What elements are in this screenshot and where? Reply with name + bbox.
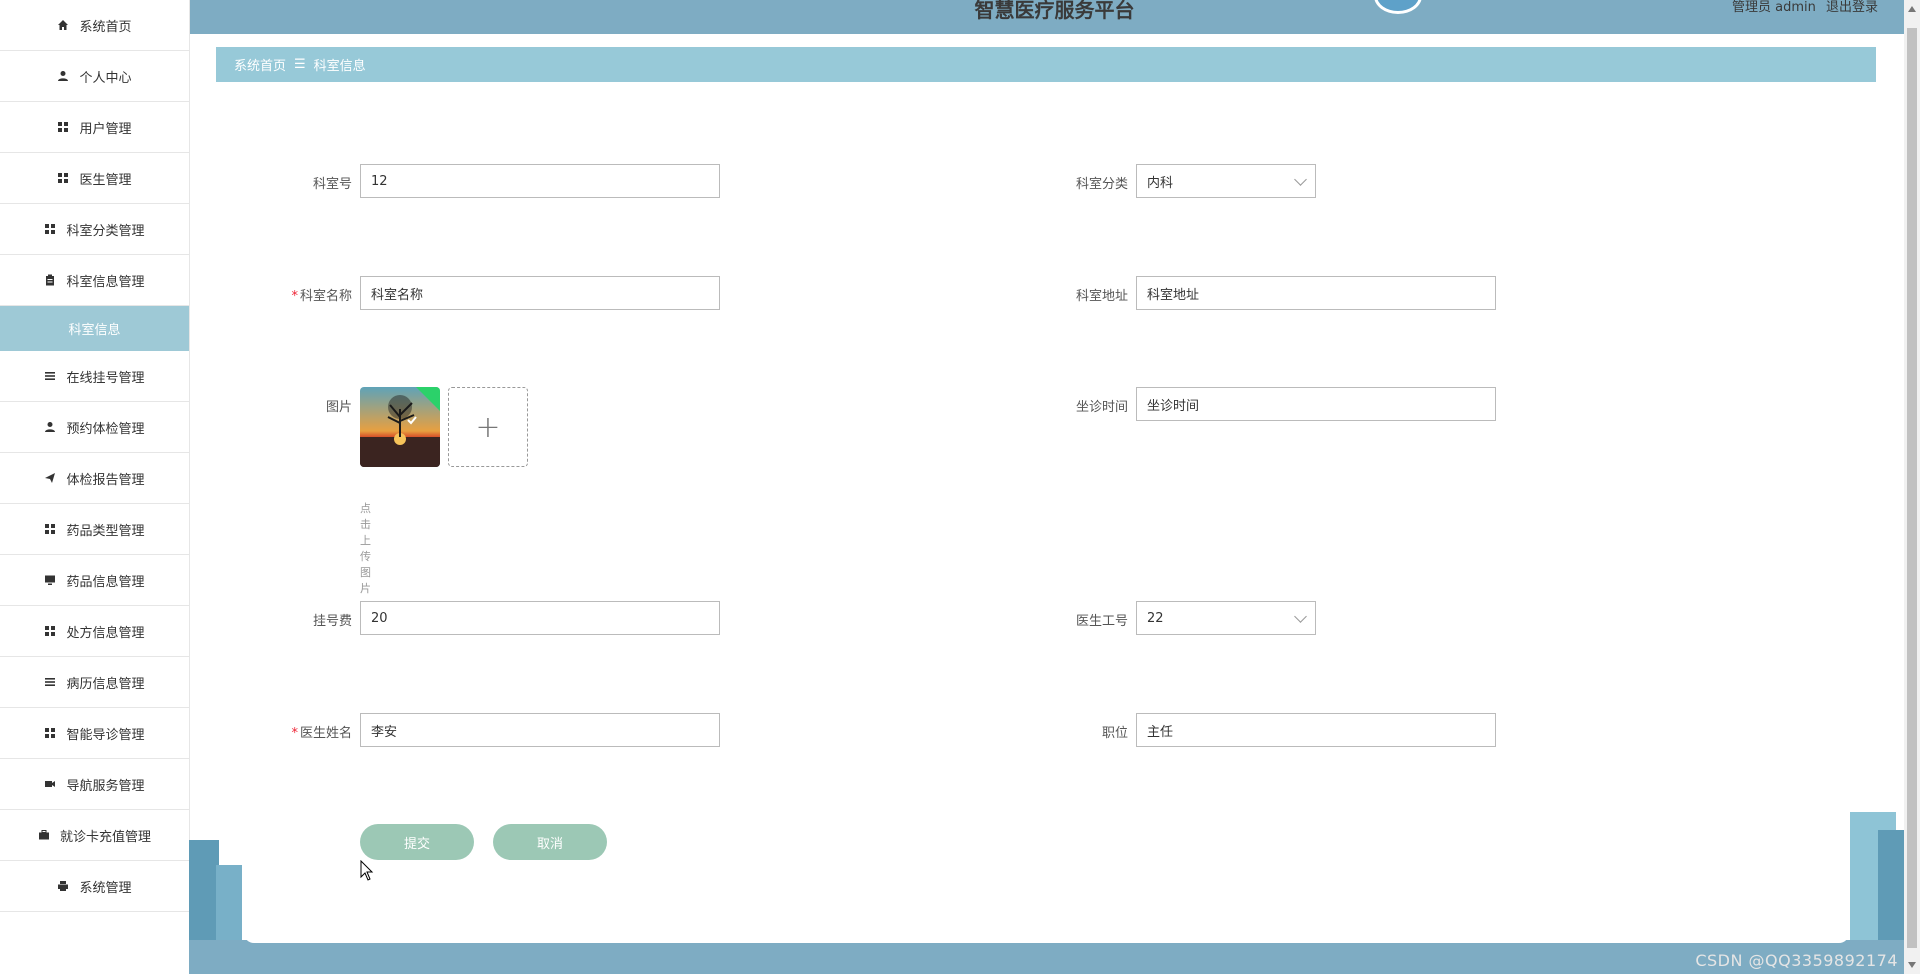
sidebar-item-label: 用户管理	[79, 121, 132, 137]
scroll-down-icon[interactable]	[1908, 962, 1916, 968]
grid-icon	[57, 172, 69, 184]
grid-icon	[44, 523, 56, 535]
sidebar-item-label: 个人中心	[79, 70, 132, 86]
sidebar-item-label: 导航服务管理	[66, 778, 145, 794]
dept-no-label: 科室号	[312, 177, 352, 192]
sidebar-item-card-recharge[interactable]: 就诊卡充值管理	[0, 810, 189, 861]
scroll-up-icon[interactable]	[1908, 6, 1916, 12]
list-icon	[44, 370, 56, 382]
sidebar-item-system[interactable]: 系统管理	[0, 861, 189, 912]
doctor-name-input[interactable]: 李安	[360, 713, 720, 747]
clinic-time-input[interactable]: 坐诊时间	[1136, 387, 1496, 421]
sidebar-item-label: 病历信息管理	[66, 676, 145, 692]
monitor-icon	[44, 574, 56, 586]
sidebar-item-checkup-report[interactable]: 体检报告管理	[0, 453, 189, 504]
grid-icon	[57, 121, 69, 133]
upload-hint: 点击上传图片	[360, 502, 371, 595]
sidebar-item-medical-records[interactable]: 病历信息管理	[0, 657, 189, 708]
sidebar-item-users[interactable]: 用户管理	[0, 102, 189, 153]
image-label: 图片	[325, 400, 352, 415]
fee-label: 挂号费	[312, 614, 352, 629]
sidebar-item-label: 药品类型管理	[66, 523, 145, 539]
grid-icon	[44, 727, 56, 739]
sidebar-item-smart-triage[interactable]: 智能导诊管理	[0, 708, 189, 759]
sidebar-item-label: 在线挂号管理	[66, 370, 145, 386]
sidebar-item-online-registration[interactable]: 在线挂号管理	[0, 351, 189, 402]
doctor-name-label: * 医生姓名	[291, 726, 352, 741]
dept-category-label: 科室分类	[1075, 177, 1128, 192]
position-label: 职位	[1101, 726, 1128, 741]
sidebar-item-navigation[interactable]: 导航服务管理	[0, 759, 189, 810]
dept-address-input[interactable]: 科室地址	[1136, 276, 1496, 310]
position-input[interactable]: 主任	[1136, 713, 1496, 747]
sidebar-item-label: 系统首页	[79, 19, 132, 35]
breadcrumb-separator-icon: ☰	[294, 57, 306, 72]
decorative-footer-band	[189, 940, 1909, 974]
chevron-down-icon	[1294, 610, 1307, 623]
sidebar-item-label: 医生管理	[79, 172, 132, 188]
sidebar-item-checkup-booking[interactable]: 预约体检管理	[0, 402, 189, 453]
watermark: CSDN @QQ3359892174	[1695, 951, 1898, 970]
admin-label: 管理员 admin	[1731, 0, 1816, 15]
user-area: 管理员 admin 退出登录	[1726, 0, 1878, 15]
fee-input[interactable]: 20	[360, 601, 720, 635]
sidebar-item-profile[interactable]: 个人中心	[0, 51, 189, 102]
sidebar: 系统首页 个人中心 用户管理 医生管理 科室分类管理 科室信息管理 科室信息 在…	[0, 0, 190, 974]
sidebar-item-drug-info[interactable]: 药品信息管理	[0, 555, 189, 606]
briefcase-icon	[38, 829, 50, 841]
clinic-time-label: 坐诊时间	[1075, 400, 1128, 415]
dept-name-label: * 科室名称	[291, 289, 352, 304]
user-icon	[57, 70, 69, 82]
upload-image-button[interactable]: +	[448, 387, 528, 467]
sidebar-item-label: 就诊卡充值管理	[59, 829, 151, 845]
plus-icon: +	[475, 409, 501, 445]
sidebar-item-dept-info[interactable]: 科室信息管理	[0, 255, 189, 306]
list-icon	[44, 676, 56, 688]
printer-icon	[57, 880, 69, 892]
sidebar-item-label: 药品信息管理	[66, 574, 145, 590]
send-icon	[44, 472, 56, 484]
sidebar-item-label: 科室信息	[68, 323, 121, 338]
cancel-button[interactable]: 取消	[493, 824, 607, 860]
breadcrumb: 系统首页 ☰ 科室信息	[216, 47, 1876, 82]
scrollbar-thumb[interactable]	[1907, 28, 1917, 948]
uploaded-image-thumbnail[interactable]	[360, 387, 440, 467]
sidebar-item-label: 体检报告管理	[66, 472, 145, 488]
clipboard-icon	[44, 274, 56, 286]
video-icon	[44, 778, 56, 790]
sidebar-item-label: 系统管理	[79, 880, 132, 896]
sidebar-item-prescriptions[interactable]: 处方信息管理	[0, 606, 189, 657]
sidebar-item-dept-categories[interactable]: 科室分类管理	[0, 204, 189, 255]
doctor-id-select[interactable]: 22	[1136, 601, 1316, 635]
dept-category-select[interactable]: 内科	[1136, 164, 1316, 198]
doctor-id-label: 医生工号	[1075, 614, 1128, 629]
grid-icon	[44, 223, 56, 235]
decorative-shape	[1878, 830, 1906, 950]
sidebar-item-drug-types[interactable]: 药品类型管理	[0, 504, 189, 555]
sidebar-item-home[interactable]: 系统首页	[0, 0, 189, 51]
home-icon	[57, 19, 69, 31]
top-header: 智慧医疗服务平台 管理员 admin 退出登录	[189, 0, 1920, 34]
sidebar-item-label: 智能导诊管理	[66, 727, 145, 743]
form-panel	[244, 90, 1849, 943]
sidebar-item-label: 处方信息管理	[66, 625, 145, 641]
breadcrumb-home[interactable]: 系统首页	[234, 55, 286, 74]
page-scrollbar[interactable]	[1904, 0, 1920, 974]
chevron-down-icon	[1294, 173, 1307, 186]
submit-button[interactable]: 提交	[360, 824, 474, 860]
sidebar-subitem-dept-info[interactable]: 科室信息	[0, 306, 189, 351]
sidebar-item-label: 预约体检管理	[66, 421, 145, 437]
sidebar-item-label: 科室分类管理	[66, 223, 145, 239]
dept-address-label: 科室地址	[1075, 289, 1128, 304]
dept-no-input[interactable]: 12	[360, 164, 720, 198]
sidebar-item-doctors[interactable]: 医生管理	[0, 153, 189, 204]
app-title: 智慧医疗服务平台	[974, 0, 1135, 22]
sidebar-item-label: 科室信息管理	[66, 274, 145, 290]
breadcrumb-current: 科室信息	[313, 59, 366, 74]
user-icon	[44, 421, 56, 433]
logout-link[interactable]: 退出登录	[1826, 0, 1878, 15]
grid-icon	[44, 625, 56, 637]
dept-name-input[interactable]: 科室名称	[360, 276, 720, 310]
